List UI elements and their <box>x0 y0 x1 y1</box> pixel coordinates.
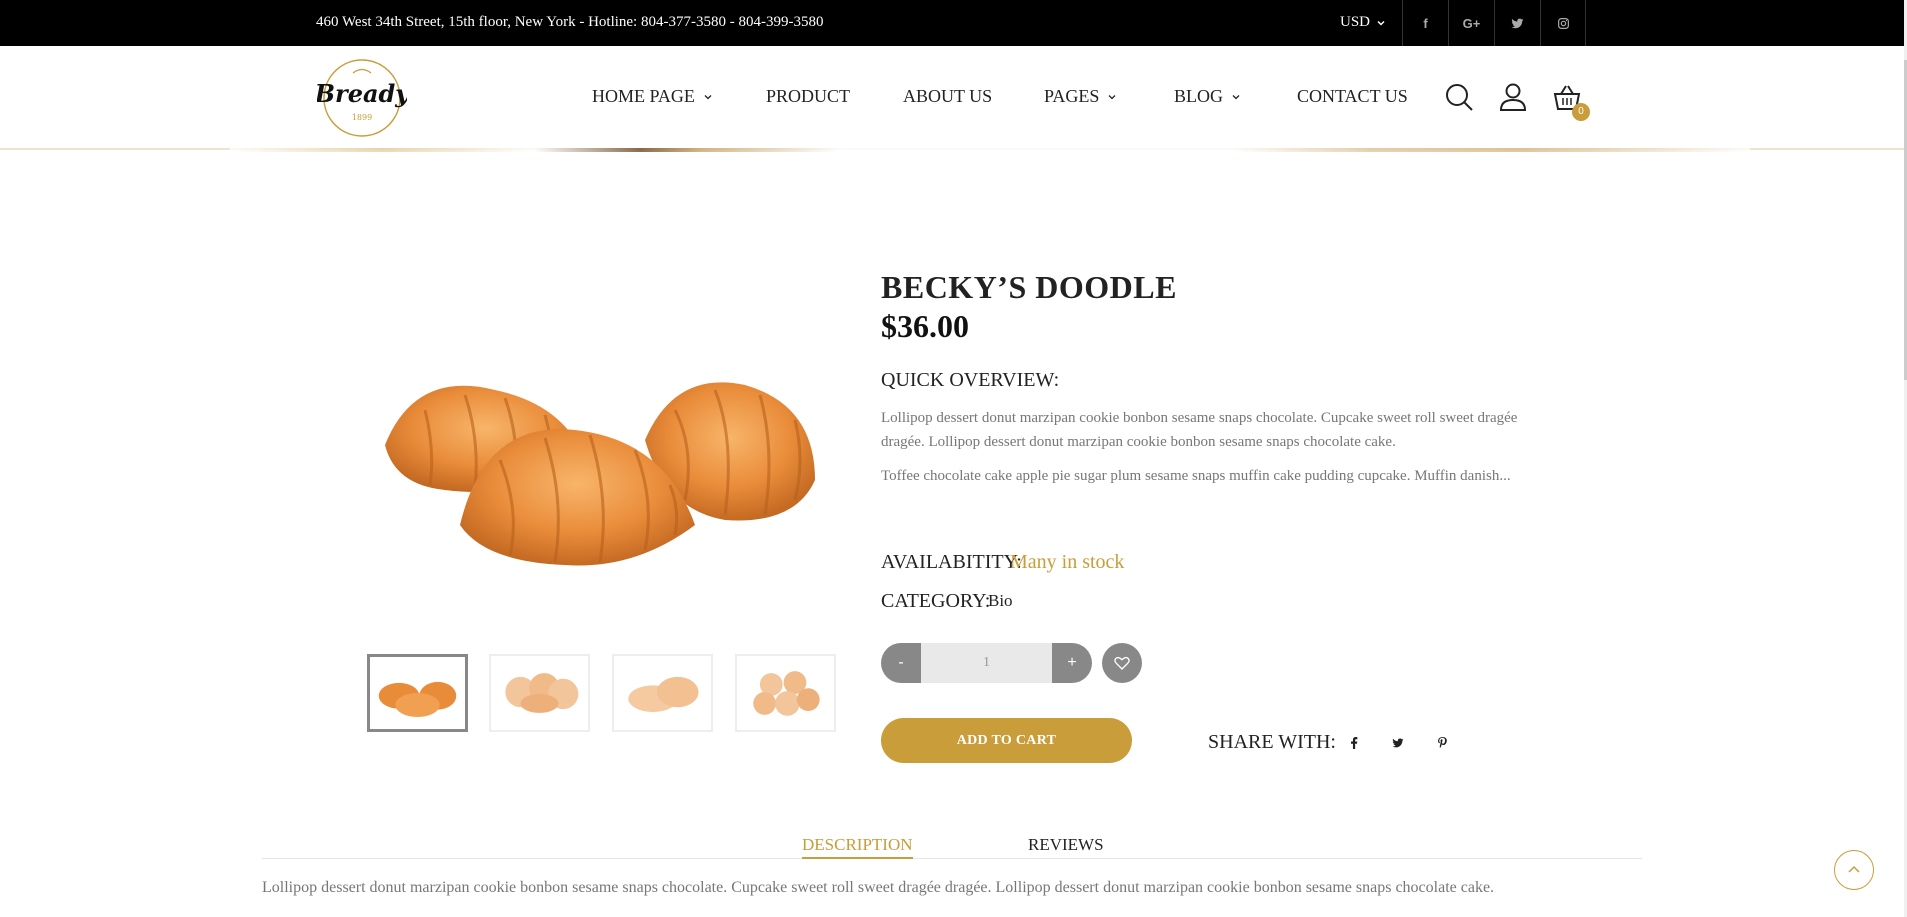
tab-reviews[interactable]: REVIEWS <box>1028 835 1104 855</box>
address-hotline: 460 West 34th Street, 15th floor, New Yo… <box>316 14 824 30</box>
nav-about-us[interactable]: ABOUT US <box>903 86 992 107</box>
share-label: SHARE WITH: <box>1208 731 1336 753</box>
product-thumbnail-4[interactable] <box>735 654 836 732</box>
product-thumbnail-2[interactable] <box>489 654 590 732</box>
svg-text:Bready: Bready <box>317 79 407 108</box>
search-icon[interactable] <box>1444 82 1474 112</box>
product-price: $36.00 <box>881 308 969 344</box>
bready-logo[interactable]: Bready 1899 <box>317 58 407 138</box>
chevron-down-icon <box>1232 94 1240 99</box>
availability-value: Many in stock <box>1010 551 1125 573</box>
product-thumbnail-1[interactable] <box>367 654 468 732</box>
main-header: Bready 1899 HOME PAGE PRODUCT ABOUT US P… <box>0 46 1907 150</box>
nav-product[interactable]: PRODUCT <box>766 86 850 107</box>
thumbnail-image <box>628 676 699 712</box>
nav-pages-label: PAGES <box>1044 86 1100 106</box>
nav-home-page[interactable]: HOME PAGE <box>592 86 713 107</box>
chevron-down-icon <box>704 94 712 99</box>
banner-strip <box>230 148 1750 152</box>
thumbnail-image <box>753 671 820 716</box>
nav-about-us-label: ABOUT US <box>903 86 993 106</box>
heart-icon <box>1114 656 1130 670</box>
chevron-down-icon <box>1377 20 1385 26</box>
thumbnail-image <box>505 673 579 713</box>
google-plus-link[interactable]: G+ <box>1448 0 1494 46</box>
share-twitter-button[interactable] <box>1388 733 1408 753</box>
scroll-to-top-button[interactable] <box>1834 850 1874 890</box>
product-title: BECKY’S DOODLE <box>881 269 1177 305</box>
twitter-icon <box>1392 738 1404 748</box>
share-facebook-button[interactable] <box>1344 733 1364 753</box>
nav-contact-us[interactable]: CONTACT US <box>1297 86 1408 107</box>
nav-pages[interactable]: PAGES <box>1044 86 1117 107</box>
quantity-increase-button[interactable]: + <box>1052 643 1092 683</box>
wishlist-button[interactable] <box>1102 643 1142 683</box>
pinterest-icon <box>1437 736 1447 748</box>
currency-selector[interactable]: USD <box>1340 14 1386 31</box>
quick-overview-heading: QUICK OVERVIEW: <box>881 369 1060 391</box>
thumbnail-image <box>378 681 457 717</box>
chevron-up-icon <box>1848 865 1860 873</box>
quantity-input[interactable] <box>921 643 1052 683</box>
category-label: CATEGORY: <box>881 590 991 612</box>
category-value[interactable]: Bio <box>988 591 1013 611</box>
tab-description[interactable]: DESCRIPTION <box>802 835 913 859</box>
quantity-decrease-button[interactable]: - <box>881 643 921 683</box>
facebook-icon <box>1351 737 1358 749</box>
social-links: f G+ <box>1402 0 1586 46</box>
add-to-cart-button[interactable]: ADD TO CART <box>881 718 1132 763</box>
google-plus-icon: G+ <box>1462 15 1481 31</box>
tabs-divider <box>262 858 1642 859</box>
twitter-link[interactable] <box>1494 0 1540 46</box>
nav-contact-us-label: CONTACT US <box>1297 86 1408 106</box>
cart-count-badge: 0 <box>1572 103 1590 121</box>
user-icon[interactable] <box>1498 82 1528 112</box>
instagram-link[interactable] <box>1540 0 1586 46</box>
instagram-icon <box>1557 17 1569 29</box>
product-thumbnail-3[interactable] <box>612 654 713 732</box>
chevron-down-icon <box>1108 94 1116 99</box>
nav-product-label: PRODUCT <box>766 86 851 106</box>
nav-blog[interactable]: BLOG <box>1174 86 1241 107</box>
availability-label: AVAILABITITY: <box>881 551 1022 573</box>
description-text: Lollipop dessert donut marzipan cookie b… <box>262 879 1495 896</box>
nav-home-page-label: HOME PAGE <box>592 86 695 106</box>
twitter-icon <box>1511 18 1524 28</box>
overview-paragraph-2: Toffee chocolate cake apple pie sugar pl… <box>881 468 1511 484</box>
nav-blog-label: BLOG <box>1174 86 1223 106</box>
facebook-link[interactable]: f <box>1402 0 1448 46</box>
overview-paragraph-1: Lollipop dessert donut marzipan cookie b… <box>881 410 1518 450</box>
share-pinterest-button[interactable] <box>1432 733 1452 753</box>
svg-text:1899: 1899 <box>352 113 372 122</box>
product-main-image <box>385 382 815 566</box>
currency-label: USD <box>1340 14 1371 30</box>
facebook-icon: f <box>1423 15 1428 31</box>
top-bar: 460 West 34th Street, 15th floor, New Yo… <box>0 0 1907 46</box>
